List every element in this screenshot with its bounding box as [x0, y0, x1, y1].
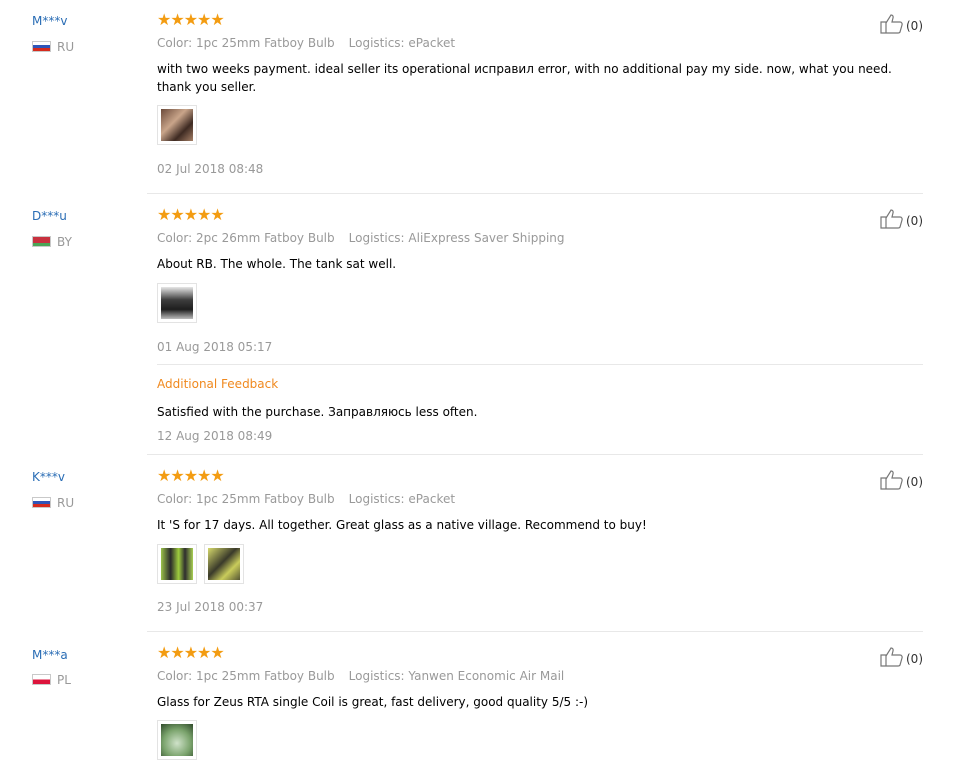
review-date: 02 Jul 2018 08:48	[157, 162, 264, 176]
reviewer-country: PL	[32, 672, 71, 688]
review-date: 23 Jul 2018 00:37	[157, 600, 264, 614]
variant-color: Color: 1pc 25mm Fatboy Bulb	[157, 669, 335, 683]
thumbs-up-icon	[880, 14, 903, 34]
flag-icon	[32, 497, 51, 508]
review-photo[interactable]	[157, 105, 197, 145]
thumbs-up-icon	[880, 470, 903, 490]
reviewer-country: RU	[32, 39, 74, 55]
review-photo[interactable]	[157, 283, 197, 323]
review-meta: Color: 1pc 25mm Fatboy Bulb Logistics: Ya…	[157, 668, 564, 684]
review-date: 01 Aug 2018 05:17	[157, 340, 273, 354]
country-code: RU	[57, 496, 75, 510]
helpful-count: (0)	[906, 475, 923, 489]
helpful-button[interactable]: (0)	[880, 647, 923, 667]
reviewer-country: BY	[32, 234, 72, 250]
logistics: Logistics: Yanwen Economic Air Mail	[348, 669, 565, 683]
review-text: It 'S for 17 days. All together. Great g…	[157, 518, 647, 532]
photo-thumbnail	[161, 724, 193, 756]
thumbs-up-icon	[880, 209, 903, 229]
star-rating: ★★★★★	[157, 643, 225, 662]
additional-feedback-date: 12 Aug 2018 08:49	[157, 429, 273, 443]
variant-color: Color: 2pc 26mm Fatboy Bulb	[157, 231, 335, 245]
variant-color: Color: 1pc 25mm Fatboy Bulb	[157, 36, 335, 50]
country-code: PL	[57, 673, 71, 687]
flag-icon	[32, 236, 51, 247]
star-rating: ★★★★★	[157, 205, 225, 224]
helpful-button[interactable]: (0)	[880, 14, 923, 34]
review-divider	[147, 454, 923, 455]
review-photo[interactable]	[157, 544, 197, 584]
review-meta: Color: 1pc 25mm Fatboy Bulb Logistics: eP…	[157, 35, 455, 51]
thumbs-up-icon	[880, 647, 903, 667]
photo-thumbnail	[208, 548, 240, 580]
star-rating: ★★★★★	[157, 10, 225, 29]
additional-feedback-divider	[157, 364, 923, 365]
flag-icon	[32, 41, 51, 52]
review-text: with two weeks payment. ideal seller its…	[157, 62, 892, 94]
logistics: Logistics: ePacket	[348, 492, 456, 506]
star-rating: ★★★★★	[157, 466, 225, 485]
review-text: Glass for Zeus RTA single Coil is great,…	[157, 695, 589, 709]
review-text: About RB. The whole. The tank sat well.	[157, 257, 397, 271]
additional-feedback-label: Additional Feedback	[157, 377, 279, 391]
reviewer-name[interactable]: K***v	[32, 469, 65, 485]
additional-feedback-text: Satisfied with the purchase. Заправляюсь…	[157, 405, 478, 419]
photo-thumbnail	[161, 287, 193, 319]
review-meta: Color: 1pc 25mm Fatboy Bulb Logistics: eP…	[157, 491, 455, 507]
helpful-count: (0)	[906, 652, 923, 666]
helpful-button[interactable]: (0)	[880, 470, 923, 490]
country-code: RU	[57, 40, 75, 54]
helpful-count: (0)	[906, 19, 923, 33]
helpful-count: (0)	[906, 214, 923, 228]
reviewer-name[interactable]: M***v	[32, 13, 67, 29]
review-divider	[147, 193, 923, 194]
reviewer-name[interactable]: D***u	[32, 208, 67, 224]
photo-thumbnail	[161, 548, 193, 580]
logistics: Logistics: AliExpress Saver Shipping	[348, 231, 565, 245]
review-photo[interactable]	[204, 544, 244, 584]
helpful-button[interactable]: (0)	[880, 209, 923, 229]
variant-color: Color: 1pc 25mm Fatboy Bulb	[157, 492, 335, 506]
reviewer-country: RU	[32, 495, 74, 511]
reviewer-name[interactable]: M***a	[32, 647, 68, 663]
logistics: Logistics: ePacket	[348, 36, 456, 50]
review-divider	[147, 631, 923, 632]
flag-icon	[32, 674, 51, 685]
review-photo[interactable]	[157, 720, 197, 760]
review-meta: Color: 2pc 26mm Fatboy Bulb Logistics: Al…	[157, 230, 565, 246]
photo-thumbnail	[161, 109, 193, 141]
country-code: BY	[57, 235, 72, 249]
